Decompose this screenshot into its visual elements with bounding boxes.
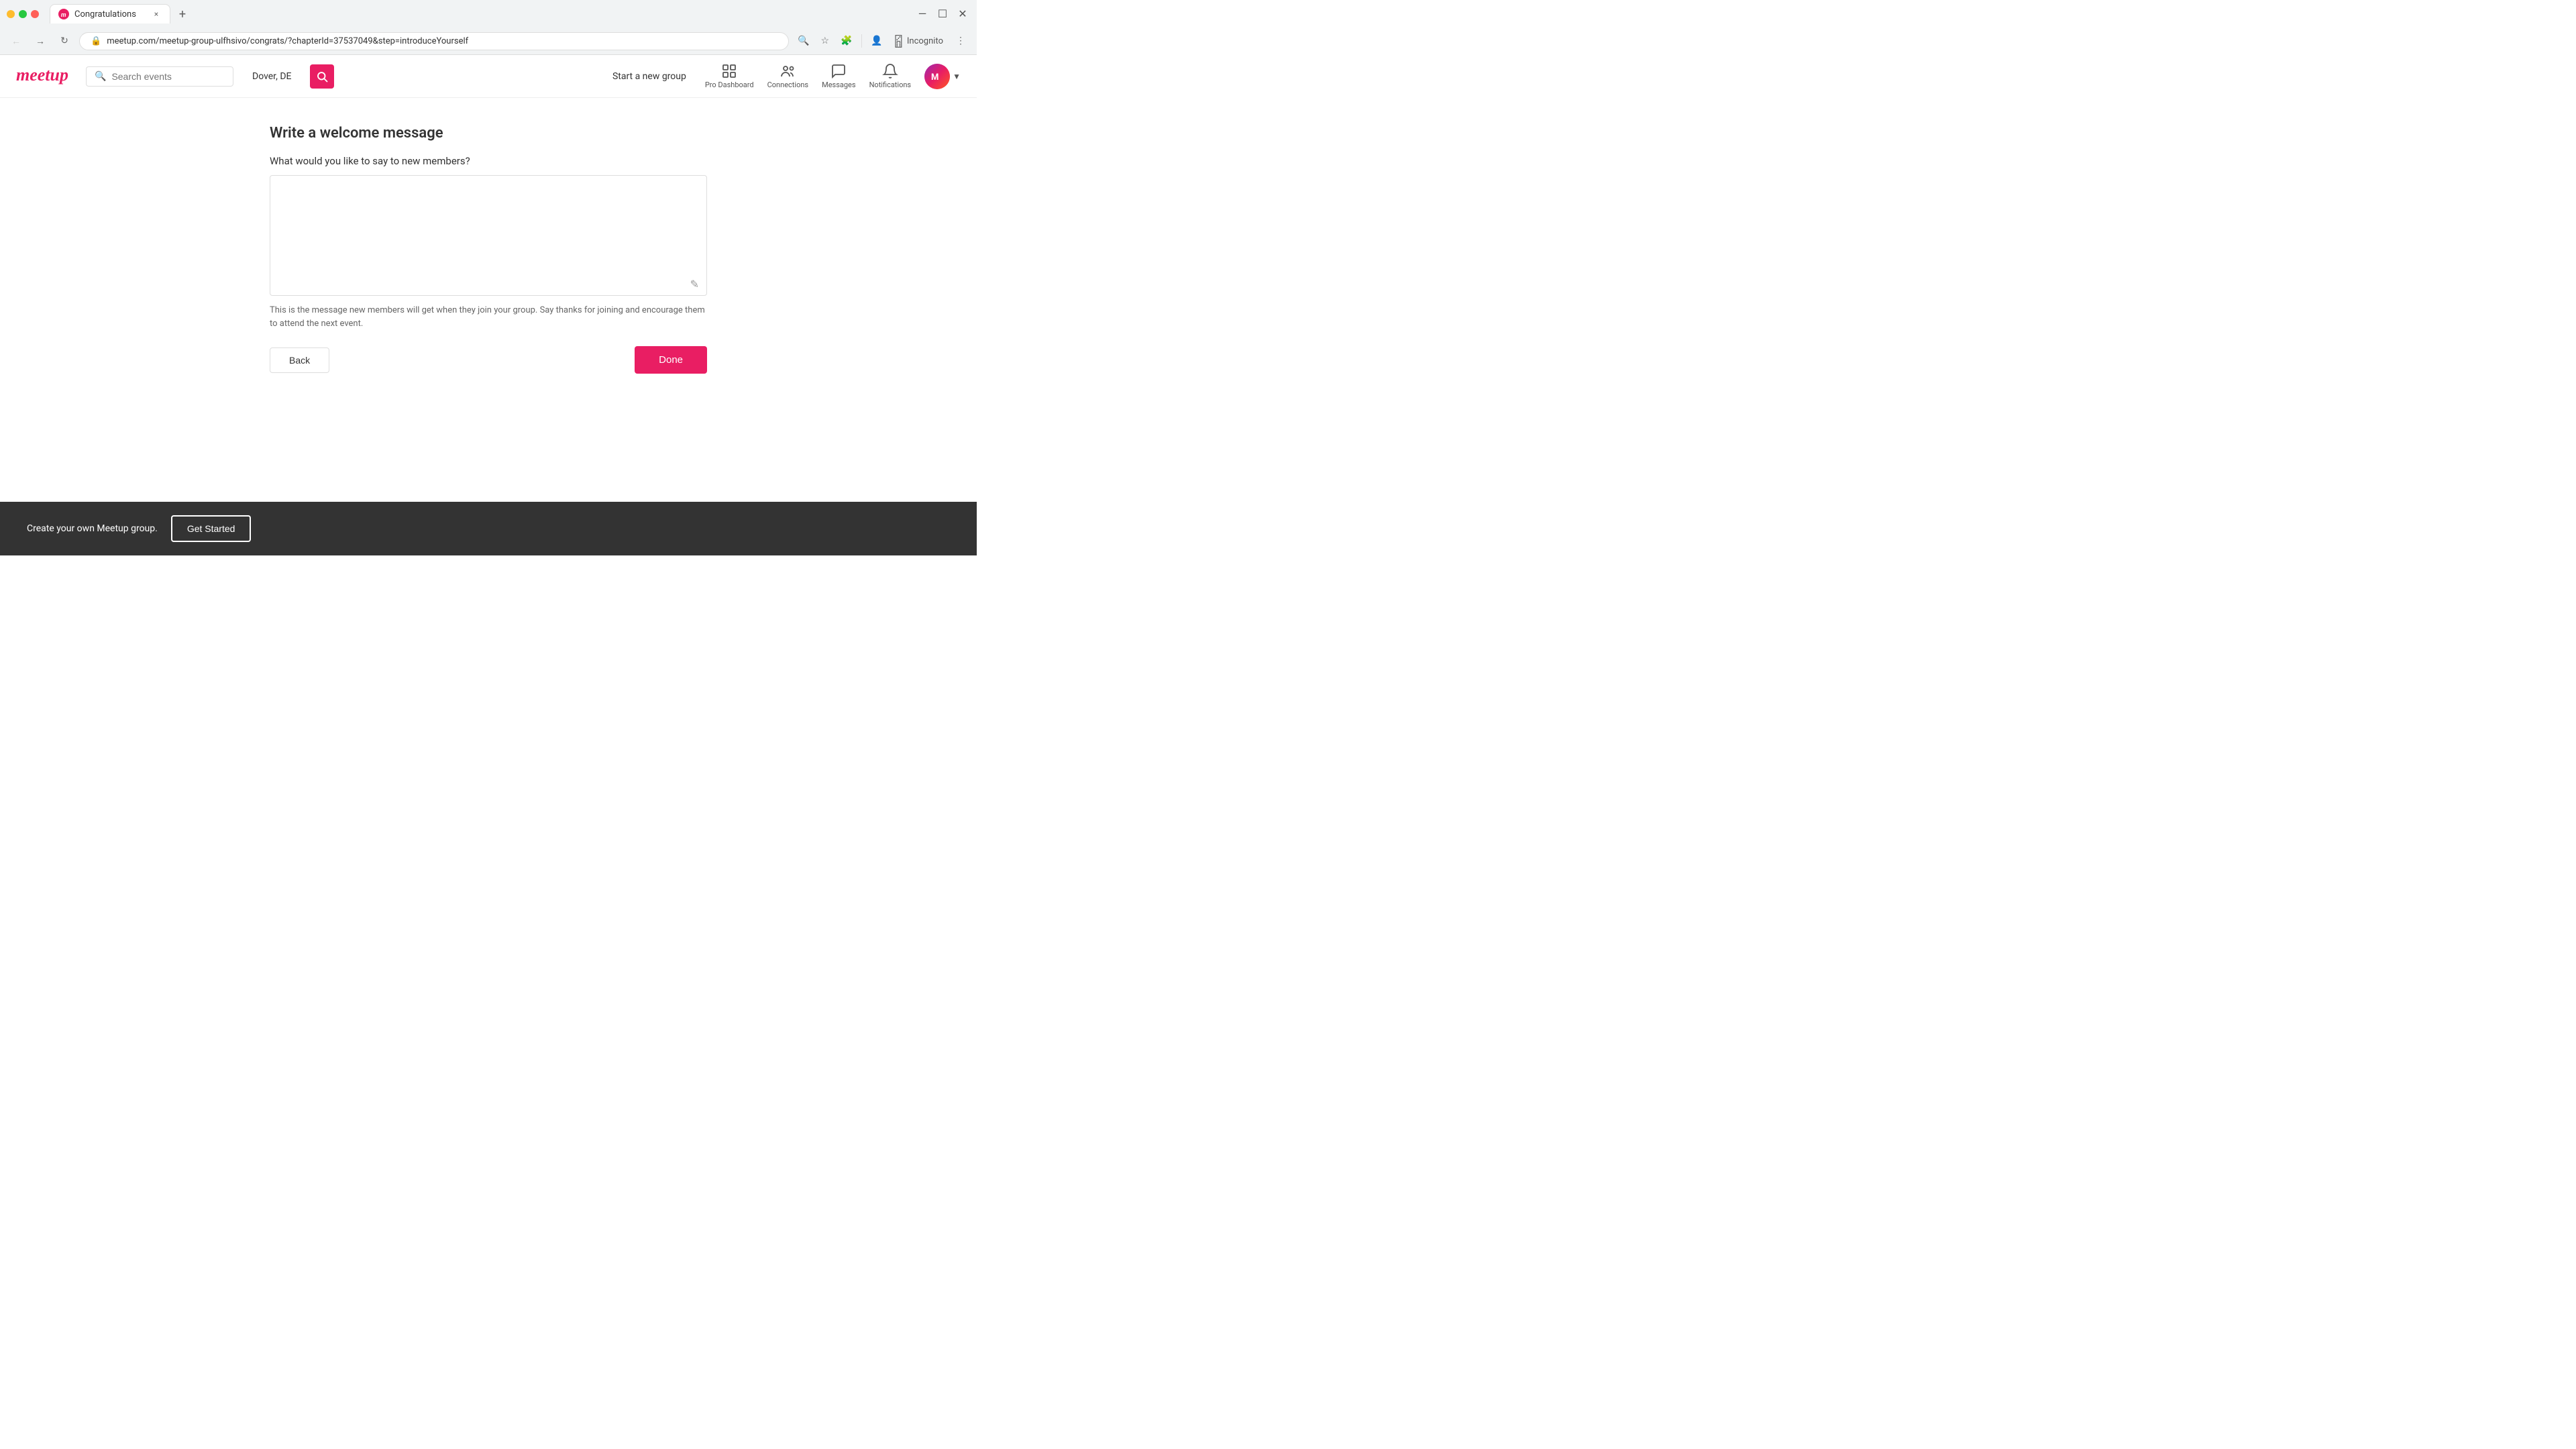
done-button[interactable]: Done <box>635 346 707 374</box>
win-minimize-icon[interactable]: — <box>915 7 930 21</box>
notifications-label: Notifications <box>869 80 912 89</box>
win-close-icon[interactable]: ✕ <box>955 7 970 21</box>
user-menu[interactable]: M ▼ <box>924 64 961 89</box>
incognito-icon: 🁾 <box>894 35 903 48</box>
browser-toolbar: ← → ↻ 🔒 meetup.com/meetup-group-ulfhsivo… <box>0 28 977 54</box>
pro-dashboard-nav-item[interactable]: Pro Dashboard <box>705 63 754 89</box>
extensions-icon[interactable]: 🧩 <box>837 32 856 50</box>
svg-text:M: M <box>931 72 938 83</box>
svg-text:m: m <box>61 12 66 17</box>
menu-button[interactable]: ⋮ <box>951 32 970 50</box>
tab-favicon: m <box>58 9 69 19</box>
svg-text:meetup: meetup <box>16 65 68 85</box>
location-display[interactable]: Dover, DE <box>244 67 299 86</box>
forward-nav-button[interactable]: → <box>31 32 50 50</box>
nav-icons: Pro Dashboard Connections Messages <box>705 63 961 89</box>
search-input[interactable] <box>111 71 219 82</box>
main-content: Write a welcome message What would you l… <box>254 98 723 400</box>
search-button[interactable] <box>310 64 334 89</box>
footer: Create your own Meetup group. Get Starte… <box>0 502 977 550</box>
incognito-badge: 🁾 Incognito <box>889 32 949 50</box>
browser-titlebar: m Congratulations × + — ☐ ✕ <box>0 0 977 28</box>
profile-icon[interactable]: 👤 <box>867 32 886 50</box>
close-button[interactable] <box>31 10 39 18</box>
search-icon: 🔍 <box>95 71 106 82</box>
notifications-icon <box>882 63 898 79</box>
user-avatar[interactable]: M <box>924 64 950 89</box>
back-button[interactable]: Back <box>270 347 329 373</box>
dashboard-icon <box>721 63 737 79</box>
search-icon[interactable]: 🔍 <box>794 32 813 50</box>
connections-nav-item[interactable]: Connections <box>767 63 808 89</box>
bookmark-icon[interactable]: ☆ <box>816 32 835 50</box>
window-controls <box>7 10 39 18</box>
back-nav-button[interactable]: ← <box>7 32 25 50</box>
minimize-button[interactable] <box>7 10 15 18</box>
form-question: What would you like to say to new member… <box>270 155 707 167</box>
main-nav: meetup 🔍 Dover, DE Start a new group <box>0 55 977 98</box>
refresh-button[interactable]: ↻ <box>55 32 74 50</box>
tab-title: Congratulations <box>74 9 136 19</box>
pro-dashboard-label: Pro Dashboard <box>705 80 754 89</box>
messages-icon <box>830 63 847 79</box>
meetup-logo[interactable]: meetup <box>16 63 70 89</box>
messages-nav-item[interactable]: Messages <box>822 63 855 89</box>
connections-label: Connections <box>767 80 808 89</box>
get-started-button[interactable]: Get Started <box>171 515 252 542</box>
form-title: Write a welcome message <box>270 125 707 142</box>
avatar-chevron-icon[interactable]: ▼ <box>953 72 961 81</box>
textarea-wrapper: ✎ <box>270 175 707 299</box>
notifications-nav-item[interactable]: Notifications <box>869 63 912 89</box>
new-tab-button[interactable]: + <box>173 5 192 23</box>
active-tab[interactable]: m Congratulations × <box>50 4 170 23</box>
address-bar[interactable]: 🔒 meetup.com/meetup-group-ulfhsivo/congr… <box>79 32 789 50</box>
toolbar-right: 🔍 ☆ 🧩 👤 🁾 Incognito ⋮ <box>794 32 970 50</box>
welcome-message-textarea[interactable] <box>270 175 707 296</box>
browser-chrome: m Congratulations × + — ☐ ✕ ← → ↻ 🔒 meet… <box>0 0 977 55</box>
lock-icon: 🔒 <box>91 36 101 46</box>
messages-label: Messages <box>822 80 855 89</box>
win-restore-icon[interactable]: ☐ <box>935 7 950 21</box>
maximize-button[interactable] <box>19 10 27 18</box>
url-display: meetup.com/meetup-group-ulfhsivo/congrat… <box>107 36 468 46</box>
form-actions: Back Done <box>270 346 707 374</box>
tab-close-button[interactable]: × <box>151 9 162 19</box>
help-text: This is the message new members will get… <box>270 304 707 330</box>
connections-icon <box>780 63 796 79</box>
incognito-label: Incognito <box>907 36 943 46</box>
meetup-site: meetup 🔍 Dover, DE Start a new group <box>0 55 977 550</box>
location-text: Dover, DE <box>252 71 291 82</box>
search-bar[interactable]: 🔍 <box>86 66 233 87</box>
start-new-group-link[interactable]: Start a new group <box>604 66 694 87</box>
footer-text: Create your own Meetup group. <box>27 523 158 534</box>
edit-icon: ✎ <box>690 278 699 290</box>
